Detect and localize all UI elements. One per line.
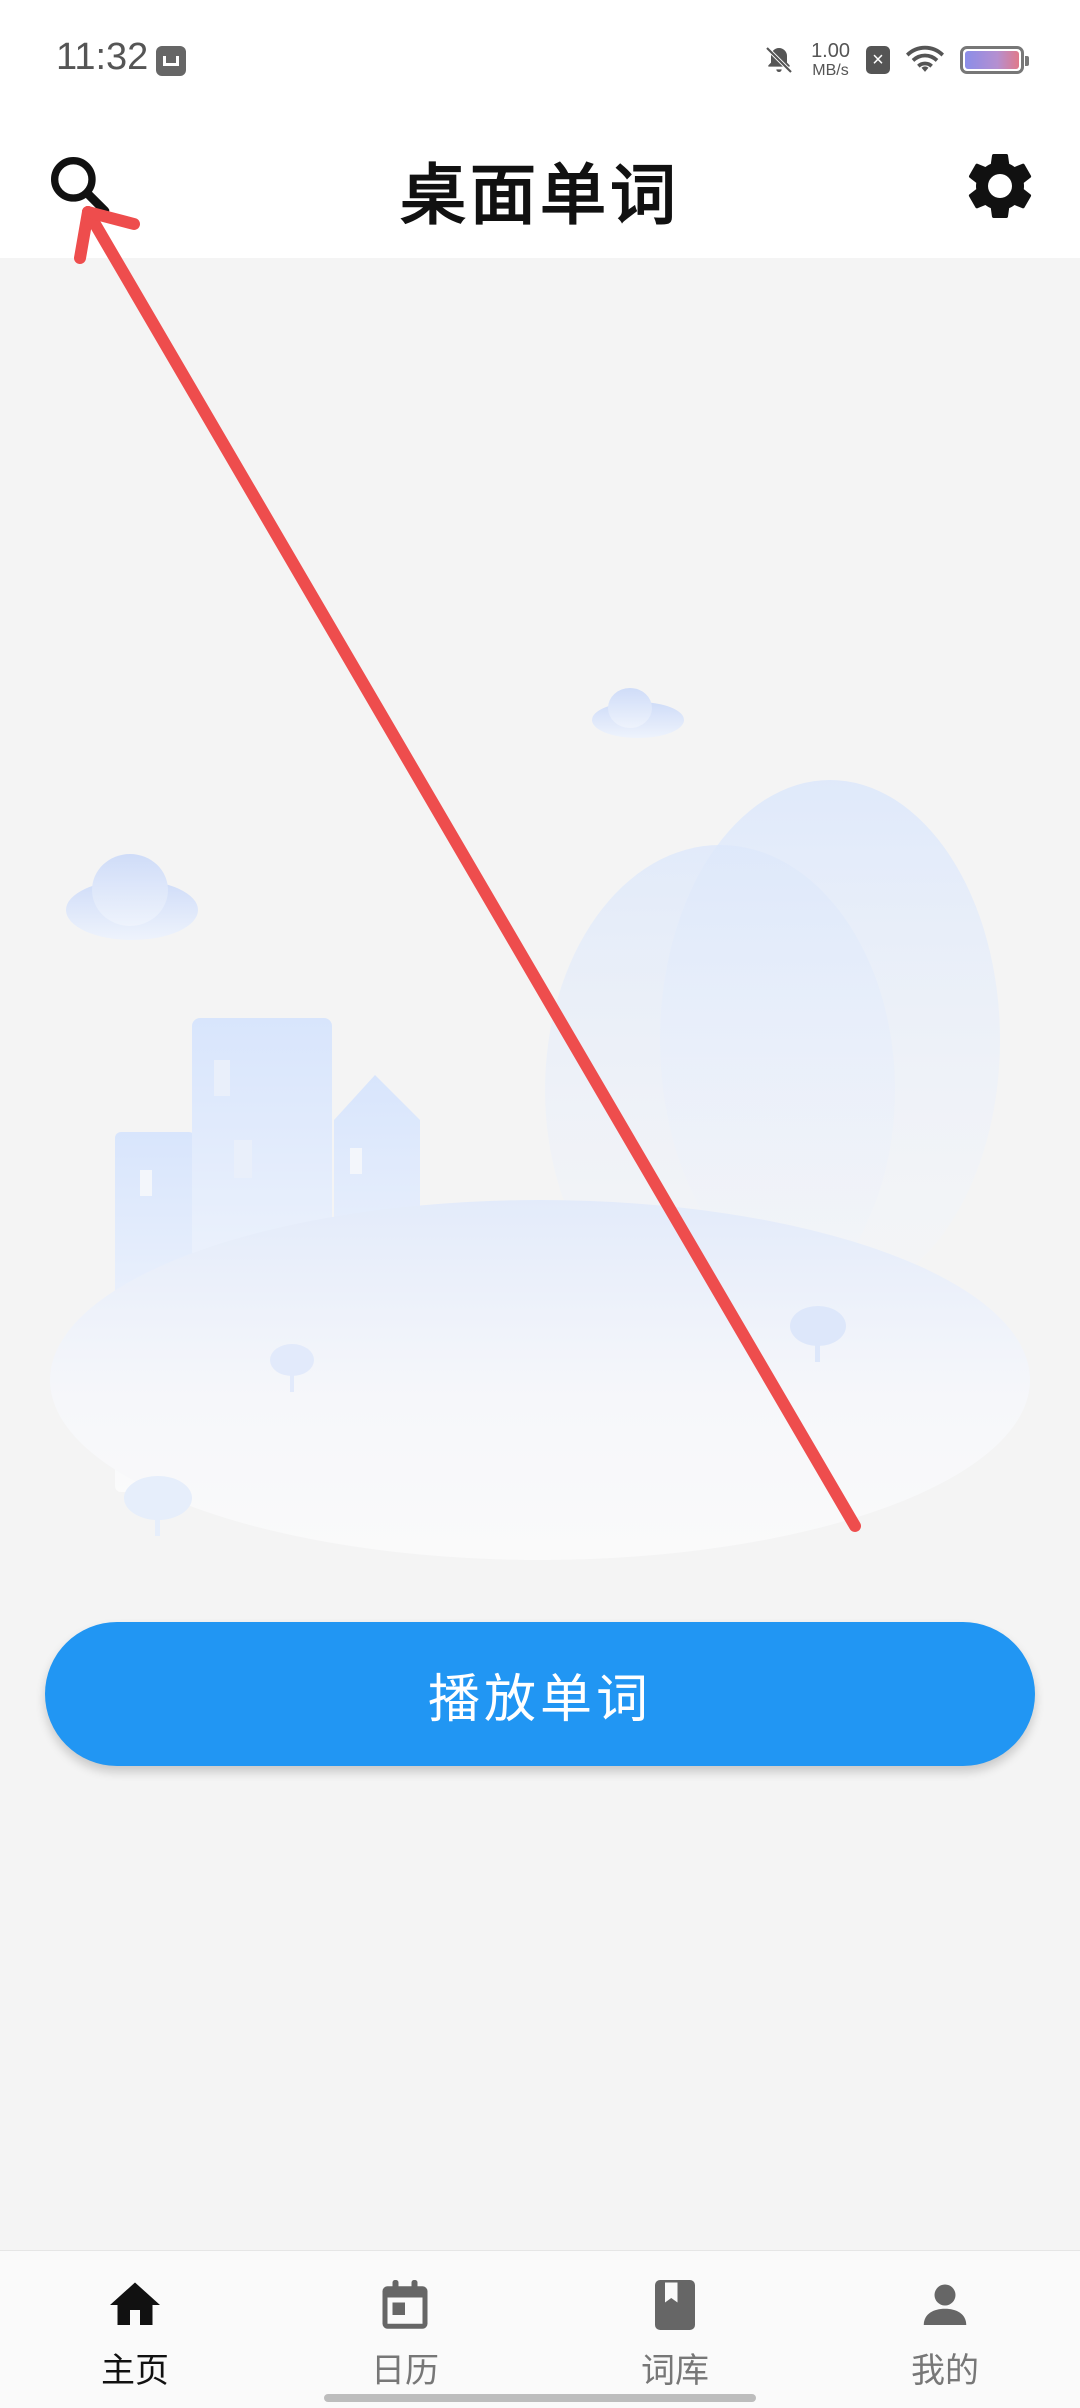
nav-label-library: 词库 <box>641 2351 709 2391</box>
home-icon <box>110 2282 160 2325</box>
net-speed-unit: MB/s <box>812 62 849 79</box>
battery-level <box>965 51 1019 69</box>
person-icon <box>923 2284 967 2325</box>
app-bar: 桌面单词 <box>0 120 1080 258</box>
window-shape <box>214 1060 230 1096</box>
status-indicators: 1.00 MB/s × <box>763 40 1029 80</box>
cloud-shape <box>66 854 198 940</box>
gear-icon <box>968 153 1032 218</box>
tree-shape <box>155 1510 160 1536</box>
bottom-navigation: 主页 日历 词库 我的 <box>0 2250 1080 2408</box>
nav-label-home: 主页 <box>101 2351 169 2391</box>
nav-item-calendar[interactable]: 日历 <box>270 2251 540 2408</box>
city-clouds-illustration <box>50 688 1030 1560</box>
net-speed-value: 1.00 <box>811 40 850 62</box>
calendar-icon <box>382 2280 428 2329</box>
home-indicator[interactable] <box>324 2394 756 2402</box>
window-shape <box>234 1140 252 1178</box>
sim-off-icon: × <box>866 46 890 74</box>
screen: 11:32 1.00 MB/s × 桌面单词 播放单词 主页 日历 词库 我的 <box>0 0 1080 2408</box>
page-title: 桌面单词 <box>400 157 680 234</box>
nav-item-library[interactable]: 词库 <box>540 2251 810 2408</box>
status-bar: 11:32 1.00 MB/s × <box>0 0 1080 120</box>
wifi-icon <box>906 45 944 72</box>
nav-label-mine: 我的 <box>911 2351 979 2391</box>
battery-icon <box>960 46 1029 74</box>
tree-shape <box>815 1336 820 1362</box>
window-shape <box>350 1148 362 1174</box>
nav-item-home[interactable]: 主页 <box>0 2251 270 2408</box>
settings-button[interactable] <box>960 146 1040 226</box>
book-icon <box>655 2280 695 2330</box>
app-notification-icon <box>156 46 186 76</box>
cloud-shape <box>592 688 684 738</box>
status-time: 11:32 <box>56 36 149 78</box>
network-speed: 1.00 MB/s <box>811 41 850 79</box>
nav-label-calendar: 日历 <box>371 2351 439 2391</box>
window-shape <box>140 1170 152 1196</box>
tree-shape <box>290 1370 294 1392</box>
hill-shape <box>50 1200 1030 1560</box>
nav-item-mine[interactable]: 我的 <box>810 2251 1080 2408</box>
mute-icon <box>765 46 793 74</box>
play-words-button[interactable]: 播放单词 <box>45 1622 1035 1766</box>
